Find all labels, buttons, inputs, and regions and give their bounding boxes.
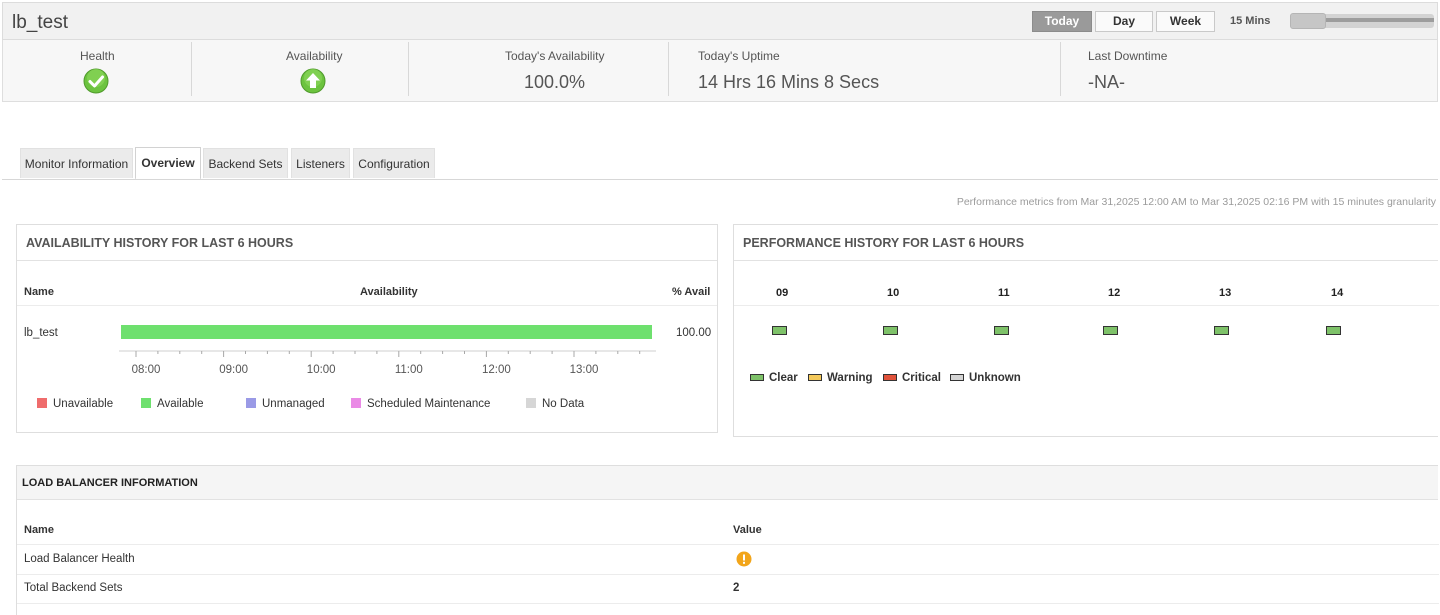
axis-label: 08:00 [132, 364, 161, 376]
tab-backend-sets[interactable]: Backend Sets [203, 148, 288, 178]
summary-divider [408, 42, 409, 96]
hour-col-11: 11 [998, 287, 1010, 299]
warning-swatch [808, 374, 822, 381]
axis-ticks [135, 351, 641, 357]
availability-history-panel: AVAILABILITY HISTORY FOR LAST 6 HOURS Na… [16, 224, 718, 433]
lb-col-name: Name [24, 524, 54, 536]
axis-label: 10:00 [307, 364, 336, 376]
perf-legend-clear: Clear [750, 372, 798, 384]
perf-legend-unknown: Unknown [950, 372, 1021, 384]
legend-unavailable: Unavailable [37, 398, 113, 410]
legend-available: Available [141, 398, 203, 410]
todays-uptime-label: Today's Uptime [698, 49, 780, 63]
performance-history-title: PERFORMANCE HISTORY FOR LAST 6 HOURS [743, 236, 1025, 250]
legend-maintenance-swatch [351, 398, 361, 408]
availability-bar [121, 325, 652, 339]
hour-col-10: 10 [887, 287, 900, 299]
legend-unmanaged: Unmanaged [246, 398, 325, 410]
axis-label: 11:00 [395, 364, 423, 376]
panel-divider [734, 260, 1438, 261]
todays-uptime-value: 14 Hrs 16 Mins 8 Secs [698, 72, 880, 92]
perf-legend-warning: Warning [808, 372, 873, 384]
availability-timeline: 08:00 09:00 10:00 11:00 12:00 13:00 [119, 325, 656, 376]
availability-label: Availability [286, 49, 343, 63]
todays-availability-value: 100.0% [524, 72, 586, 92]
period-today-button[interactable]: Today [1032, 11, 1092, 32]
hour-col-13: 13 [1219, 287, 1232, 299]
refresh-interval-label: 15 Mins [1230, 15, 1271, 27]
warning-icon[interactable] [736, 551, 752, 567]
monitor-header: lb_test Today Day Week 15 Mins [2, 2, 1438, 40]
performance-metrics-note: Performance metrics from Mar 31,2025 12:… [956, 196, 1436, 208]
axis-label: 12:00 [482, 364, 511, 376]
lb-row-name: Load Balancer Health [24, 553, 135, 565]
tab-listeners[interactable]: Listeners [291, 148, 350, 178]
availability-col-name: Name [24, 286, 54, 298]
lb-info-panel: LOAD BALANCER INFORMATION Name Value Loa… [16, 465, 1439, 615]
legend-available-swatch [141, 398, 151, 408]
period-day-button[interactable]: Day [1095, 11, 1153, 32]
summary-divider [668, 42, 669, 96]
legend-scheduled-maintenance: Scheduled Maintenance [351, 398, 490, 410]
availability-up-arrow-icon [300, 68, 326, 94]
axis-label: 09:00 [219, 364, 248, 376]
axis-labels: 08:00 09:00 10:00 11:00 12:00 13:00 [132, 364, 599, 376]
availability-col-pct: % Avail [672, 286, 711, 298]
legend-no-data: No Data [526, 398, 584, 410]
health-label: Health [80, 49, 115, 63]
panel-divider [17, 260, 717, 261]
availability-row-value: 100.00 [676, 327, 712, 339]
perf-legend-critical: Critical [883, 372, 941, 384]
status-box-10[interactable] [883, 326, 898, 335]
summary-strip: Health Availability Today's Availability… [2, 40, 1438, 102]
legend-no-data-swatch [526, 398, 536, 408]
availability-col-availability: Availability [360, 286, 418, 298]
hour-col-12: 12 [1108, 287, 1121, 299]
axis-label: 13:00 [570, 364, 599, 376]
unknown-swatch [950, 374, 964, 381]
status-box-09[interactable] [772, 326, 787, 335]
row-divider [17, 305, 717, 306]
availability-history-title: AVAILABILITY HISTORY FOR LAST 6 HOURS [26, 236, 294, 250]
lb-info-header-band [17, 466, 1438, 500]
clear-swatch [750, 374, 764, 381]
hour-col-09: 09 [776, 287, 789, 299]
tabs-baseline [2, 179, 1438, 180]
last-downtime-value: -NA- [1088, 72, 1125, 92]
legend-unavailable-swatch [37, 398, 47, 408]
summary-divider [191, 42, 192, 96]
health-check-icon [83, 68, 109, 94]
tab-configuration[interactable]: Configuration [353, 148, 435, 178]
tab-monitor-information[interactable]: Monitor Information [20, 148, 133, 178]
row-divider [17, 574, 1439, 575]
critical-swatch [883, 374, 897, 381]
summary-divider [1060, 42, 1061, 96]
todays-availability-label: Today's Availability [505, 49, 605, 63]
row-divider [17, 603, 1439, 604]
lb-info-title: LOAD BALANCER INFORMATION [22, 477, 198, 489]
status-box-14[interactable] [1326, 326, 1341, 335]
availability-row-name[interactable]: lb_test [24, 327, 58, 339]
lb-row-name: Total Backend Sets [24, 582, 123, 594]
tab-overview[interactable]: Overview [135, 147, 201, 180]
status-box-13[interactable] [1214, 326, 1229, 335]
lb-row-value: 2 [733, 582, 740, 594]
refresh-slider-handle[interactable] [1290, 13, 1326, 29]
hour-col-14: 14 [1331, 287, 1344, 299]
row-divider [17, 544, 1439, 545]
row-divider [734, 305, 1439, 306]
legend-unmanaged-swatch [246, 398, 256, 408]
period-week-button[interactable]: Week [1156, 11, 1215, 32]
status-box-12[interactable] [1103, 326, 1118, 335]
monitor-title: lb_test [12, 12, 68, 33]
lb-col-value: Value [733, 524, 762, 536]
last-downtime-label: Last Downtime [1088, 49, 1168, 63]
performance-history-panel: PERFORMANCE HISTORY FOR LAST 6 HOURS 09 … [733, 224, 1439, 437]
status-box-11[interactable] [994, 326, 1009, 335]
